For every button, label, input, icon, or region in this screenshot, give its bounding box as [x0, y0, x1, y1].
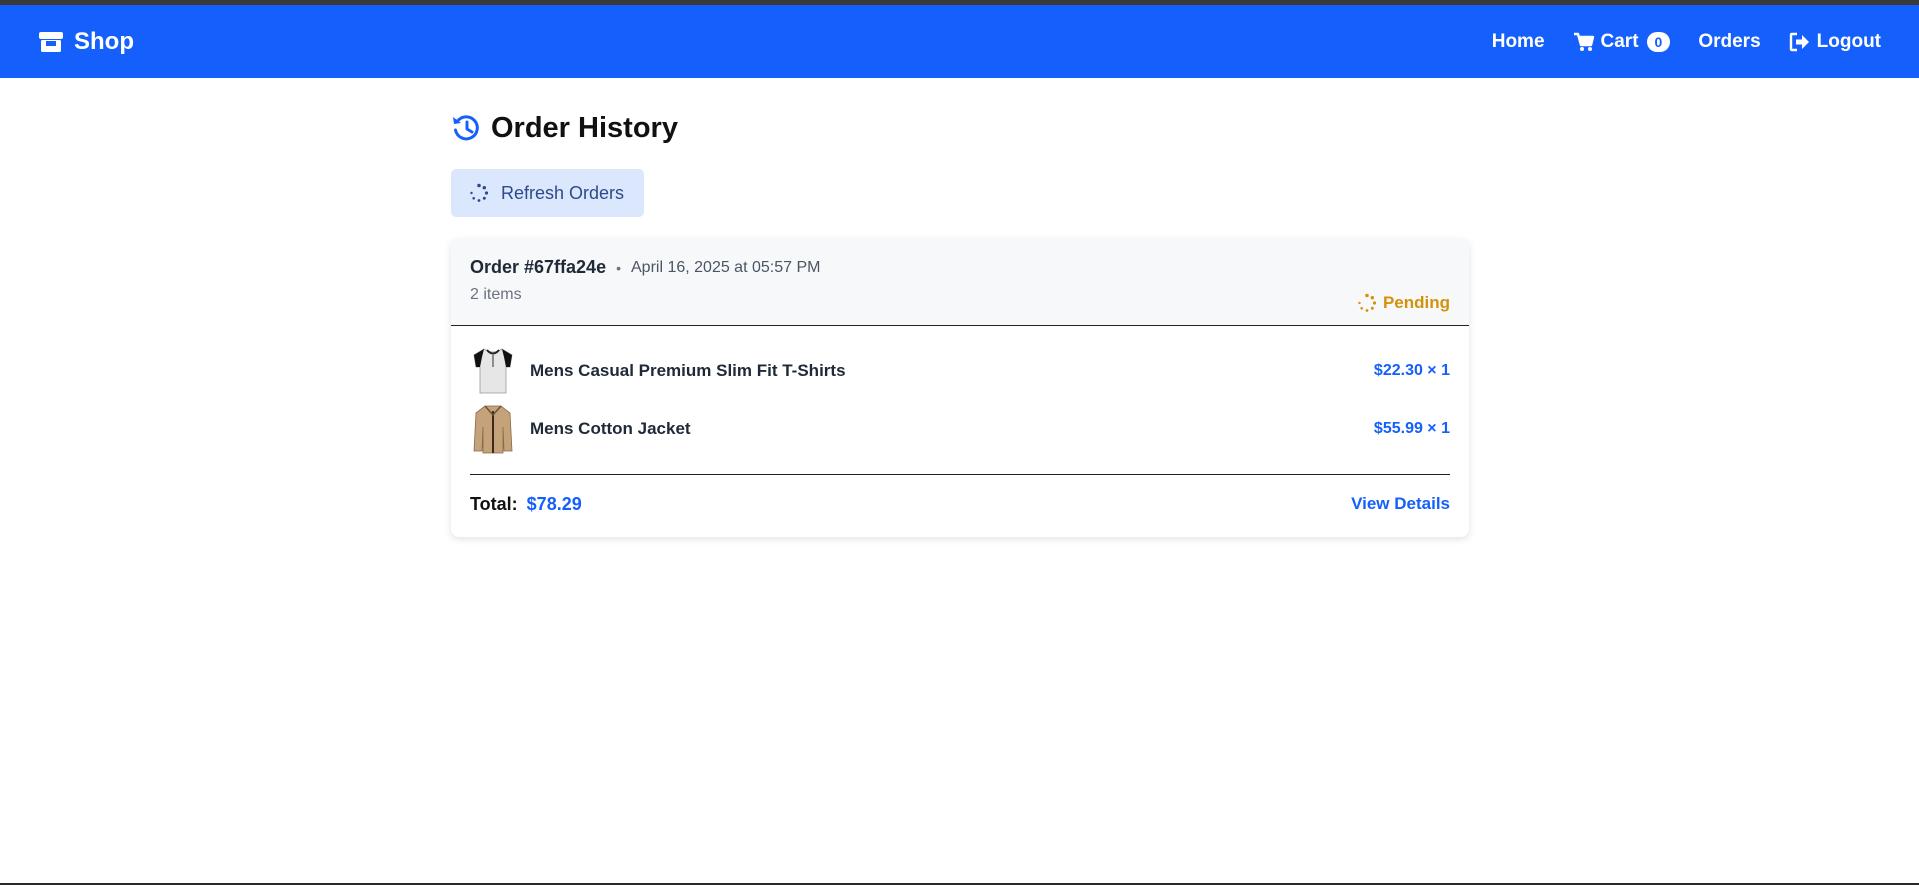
order-line: Order #67ffa24e • April 16, 2025 at 05:5…	[470, 257, 820, 278]
total-label: Total:	[470, 493, 518, 514]
brand-link[interactable]: Shop	[38, 28, 134, 56]
item-info: Mens Casual Premium Slim Fit T-Shirts	[470, 345, 846, 397]
nav-orders-label: Orders	[1698, 30, 1761, 52]
cart-icon	[1573, 32, 1594, 51]
brand-label: Shop	[74, 27, 134, 55]
nav-orders[interactable]: Orders	[1698, 31, 1760, 53]
pending-spinner-icon	[1358, 293, 1377, 312]
top-navbar: Shop Home Cart 0 Orders Logout	[0, 5, 1919, 78]
order-total: Total: $78.29	[470, 494, 582, 515]
nav-cart-label: Cart	[1600, 30, 1639, 52]
item-name: Mens Cotton Jacket	[530, 419, 691, 438]
item-price: $22.30 × 1	[1373, 362, 1450, 379]
separator-dot: •	[616, 259, 621, 276]
spinner-icon	[470, 183, 489, 202]
logout-icon	[1789, 32, 1809, 51]
store-icon	[39, 31, 63, 52]
history-icon	[453, 115, 479, 141]
list-item: Mens Casual Premium Slim Fit T-Shirts $2…	[470, 342, 1450, 400]
view-details-link[interactable]: View Details	[1351, 494, 1450, 514]
cart-count-badge: 0	[1646, 31, 1671, 52]
order-date: April 16, 2025 at 05:57 PM	[631, 258, 821, 276]
refresh-orders-label: Refresh Orders	[501, 182, 625, 203]
status-badge: Pending	[1357, 280, 1450, 325]
order-id: Order #67ffa24e	[470, 257, 607, 277]
nav-logout[interactable]: Logout	[1789, 31, 1881, 53]
status-label: Pending	[1382, 292, 1450, 312]
nav-links: Home Cart 0 Orders Logout	[1492, 31, 1881, 53]
order-item-count: 2 items	[470, 286, 522, 303]
order-card-header: Order #67ffa24e • April 16, 2025 at 05:5…	[451, 239, 1469, 326]
total-value: $78.29	[526, 493, 582, 514]
order-items: Mens Casual Premium Slim Fit T-Shirts $2…	[451, 326, 1469, 537]
list-item: Mens Cotton Jacket $55.99 × 1	[470, 400, 1450, 458]
page-title: Order History	[451, 110, 1469, 146]
nav-logout-label: Logout	[1816, 30, 1881, 52]
order-meta: Order #67ffa24e • April 16, 2025 at 05:5…	[470, 257, 820, 325]
item-info: Mens Cotton Jacket	[470, 403, 691, 455]
jacket-thumbnail	[473, 405, 513, 454]
page-heading: Order History	[491, 111, 678, 144]
tshirt-thumbnail	[473, 348, 513, 394]
order-card: Order #67ffa24e • April 16, 2025 at 05:5…	[451, 239, 1469, 537]
nav-home[interactable]: Home	[1492, 31, 1545, 53]
refresh-orders-button[interactable]: Refresh Orders	[451, 169, 645, 217]
main-content: Order History Refresh Orders Order #67ff…	[451, 78, 1469, 537]
item-name: Mens Casual Premium Slim Fit T-Shirts	[530, 361, 846, 380]
order-card-footer: Total: $78.29 View Details	[470, 475, 1450, 537]
nav-home-label: Home	[1491, 30, 1545, 52]
nav-cart[interactable]: Cart 0	[1573, 31, 1671, 53]
item-price: $55.99 × 1	[1373, 420, 1450, 437]
